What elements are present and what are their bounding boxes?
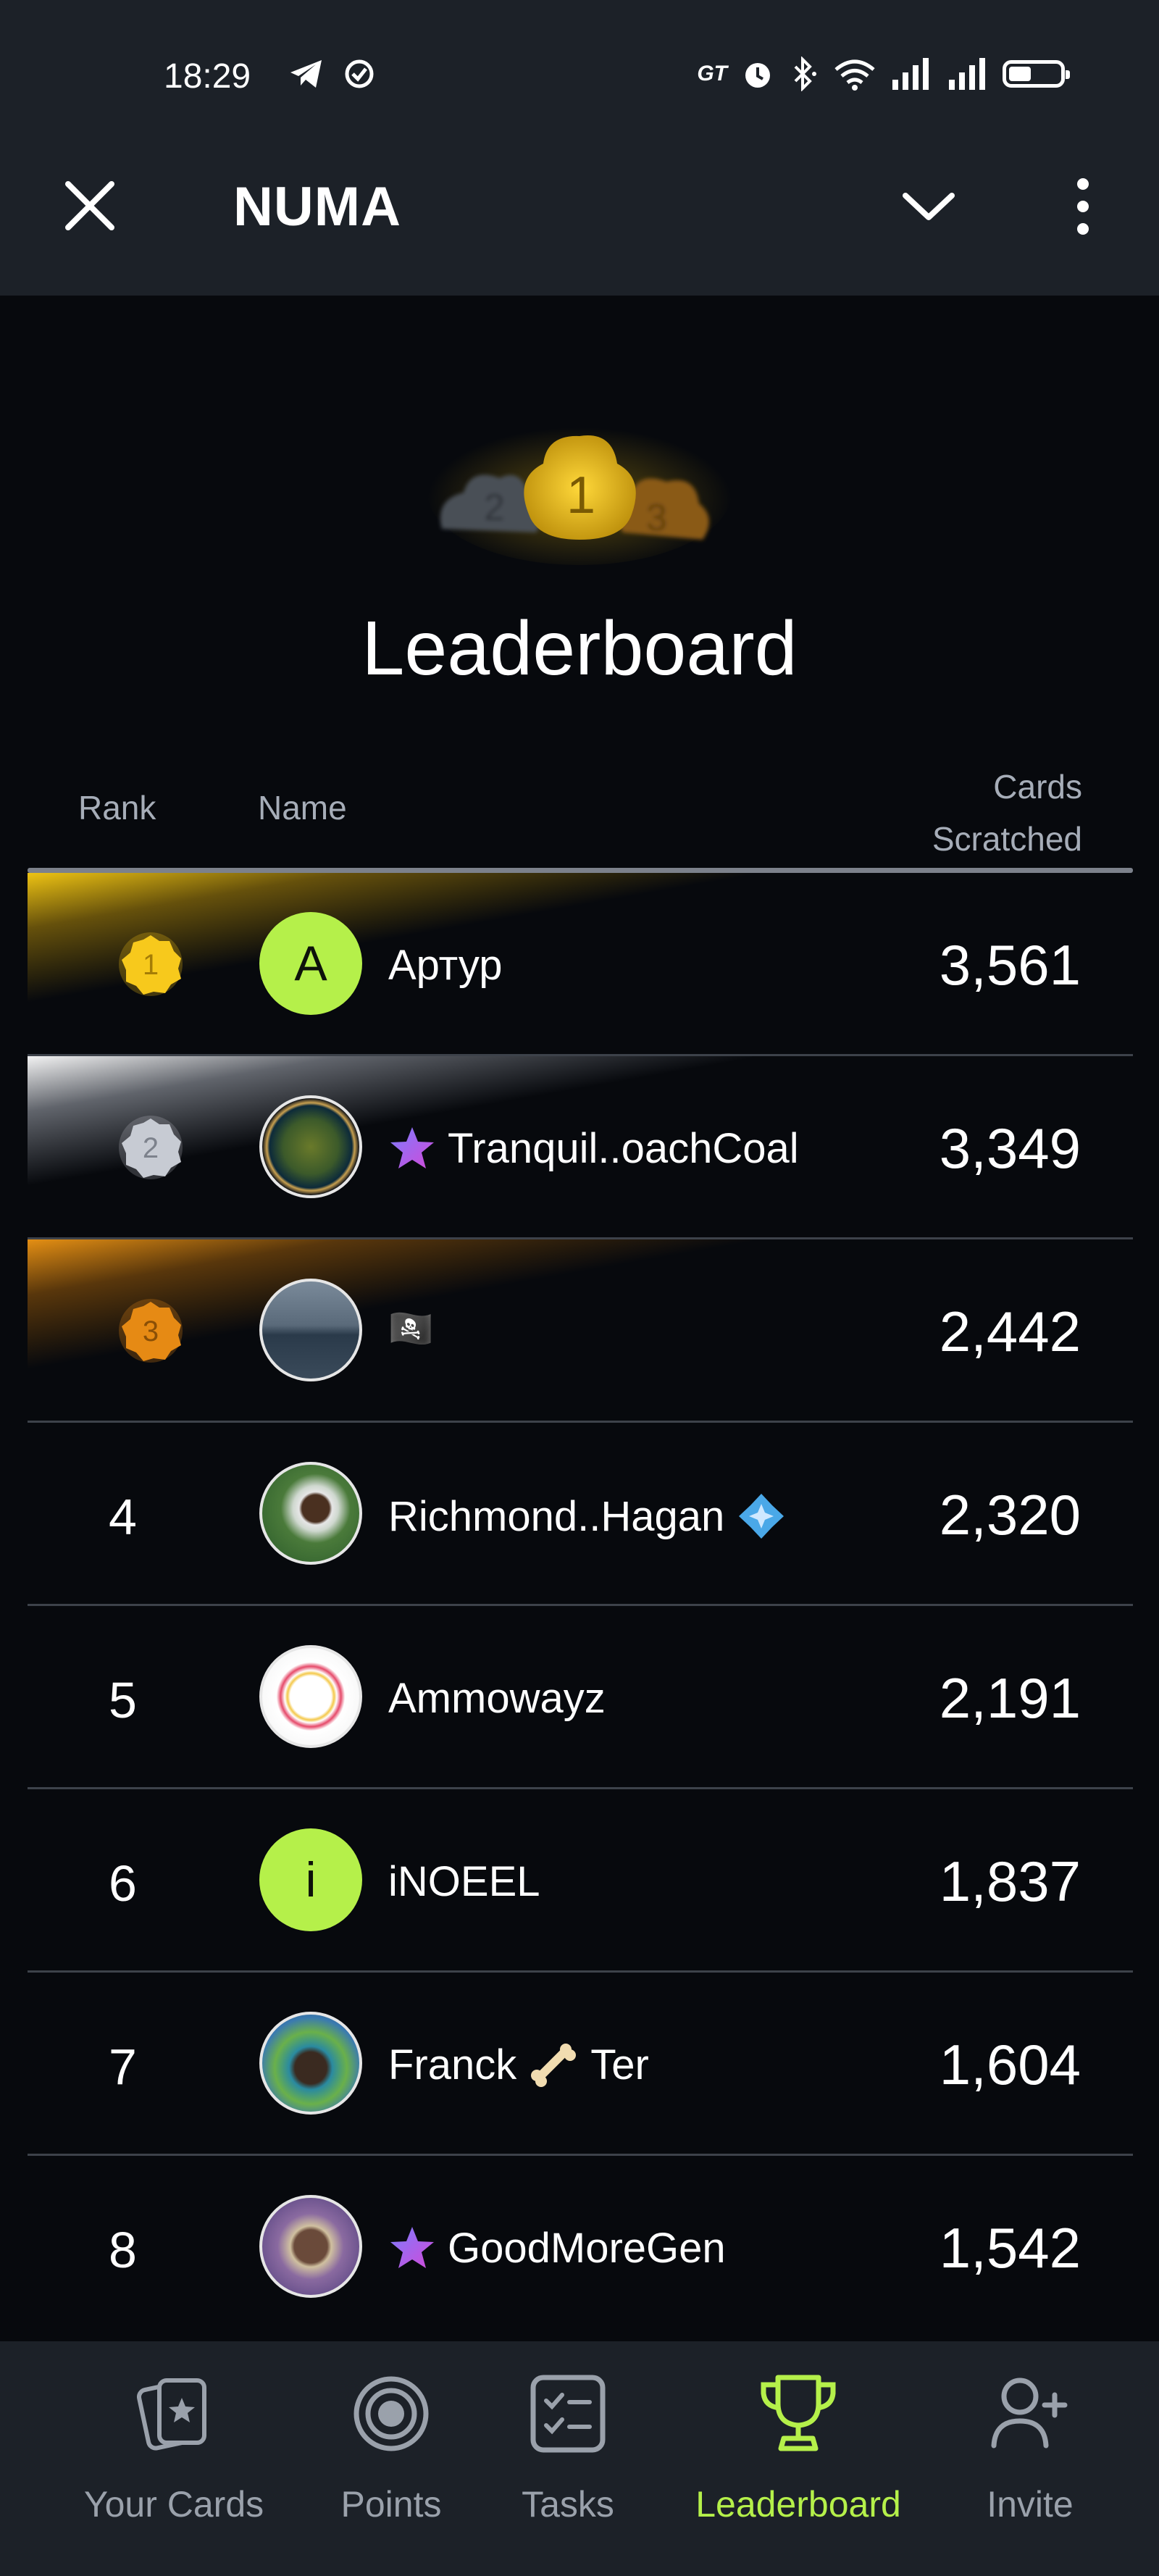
leaderboard-row[interactable]: 1 A Артур 3,561: [28, 873, 1133, 1056]
column-header-cards-line1: Cards: [993, 768, 1082, 806]
silver-medal-icon: 2: [119, 1116, 183, 1179]
rank-number: 7: [109, 2038, 137, 2095]
page-title: Leaderboard: [361, 606, 798, 691]
status-right-icons: GT: [697, 57, 1070, 91]
player-name-wrap: Franck Ter: [388, 2041, 649, 2089]
avatar: [259, 2195, 362, 2298]
nav-label: Invite: [987, 2484, 1074, 2525]
player-name-wrap: 🏴‍☠️: [388, 1308, 433, 1350]
rank-number: 8: [109, 2222, 137, 2278]
cards-scratched: 1,604: [939, 2033, 1081, 2096]
alarm-icon: [745, 63, 770, 88]
more-options-button[interactable]: [1065, 174, 1101, 239]
podium-medals-icon: 2 3 1: [427, 420, 732, 565]
checklist-icon: [530, 2375, 606, 2453]
avatar: i: [259, 1828, 362, 1931]
column-header-name: Name: [258, 789, 347, 827]
medal-rank-label: 1: [143, 949, 159, 981]
star-icon: [390, 2226, 434, 2268]
cards-scratched: 2,320: [939, 1483, 1081, 1547]
nav-invite[interactable]: Invite: [921, 2370, 1139, 2525]
app-title: NUMA: [233, 176, 401, 238]
cards-scratched: 2,442: [939, 1300, 1081, 1363]
player-name-wrap: Ammowayz: [388, 1674, 606, 1723]
player-name: GoodMoreGen: [448, 2225, 726, 2272]
player-name-wrap: Richmond..Hagan: [388, 1491, 787, 1542]
diamond-icon: [739, 1494, 784, 1539]
podium-1-label: 1: [566, 467, 595, 524]
cards-scratched: 3,561: [939, 933, 1081, 997]
status-left-icons: [288, 58, 375, 90]
bone-icon: [531, 2043, 577, 2087]
leaderboard-row[interactable]: 6 i iNOEEL 1,837: [28, 1789, 1133, 1973]
star-icon: [390, 1126, 434, 1168]
add-user-icon: [991, 2378, 1068, 2449]
status-time: 18:29: [164, 57, 251, 96]
leaderboard-row[interactable]: 7 Franck Ter 1,604: [28, 1973, 1133, 2156]
player-name: 🏴‍☠️: [388, 1308, 434, 1349]
player-name: Ammowayz: [388, 1675, 606, 1722]
chevron-down-button[interactable]: [898, 181, 959, 232]
cards-scratched: 1,542: [939, 2216, 1081, 2280]
nav-label: Tasks: [522, 2484, 614, 2525]
nav-your-cards[interactable]: Your Cards: [65, 2370, 283, 2525]
player-name: Артур: [388, 942, 503, 989]
avatar: A: [259, 912, 362, 1015]
nav-label: Leaderboard: [695, 2484, 901, 2525]
network-label: GT: [697, 62, 727, 85]
rank-number: 6: [109, 1855, 137, 1912]
signal-icon: [892, 58, 929, 90]
rank-number: 4: [109, 1489, 137, 1545]
cards-icon: [136, 2378, 206, 2451]
avatar: [259, 1462, 362, 1565]
avatar: [259, 1095, 362, 1198]
column-header-cards: Cards Scratched: [792, 761, 1082, 865]
avatar: [259, 1645, 362, 1748]
telegram-icon: [290, 60, 322, 88]
column-header-cards-line2: Scratched: [932, 820, 1082, 858]
leaderboard-row[interactable]: 2 Tranquil..oachCoal 3,349: [28, 1056, 1133, 1239]
bluetooth-icon: [794, 57, 816, 91]
player-name-part: Franck: [388, 2041, 517, 2088]
player-name: Richmond..Hagan: [388, 1492, 725, 1540]
cards-scratched: 1,837: [939, 1849, 1081, 1913]
leaderboard-row[interactable]: 5 Ammowayz 2,191: [28, 1606, 1133, 1789]
rank-number: 5: [109, 1672, 137, 1728]
cards-scratched: 2,191: [939, 1666, 1081, 1730]
podium-2-label: 2: [484, 487, 505, 529]
player-name: Tranquil..oachCoal: [448, 1125, 799, 1172]
check-circle-icon: [345, 59, 374, 88]
leaderboard-list: 1 A Артур 3,561 2 Tranquil..oachCoal 3,3…: [28, 873, 1133, 2337]
player-name-wrap: iNOEEL: [388, 1857, 540, 1906]
leaderboard-row[interactable]: 3 🏴‍☠️ 2,442: [28, 1239, 1133, 1423]
battery-icon: [1003, 60, 1070, 88]
medal-rank-label: 2: [143, 1132, 159, 1164]
app-header: 18:29 GT NUMA: [0, 0, 1159, 296]
avatar: [259, 1279, 362, 1381]
wifi-icon: [834, 59, 875, 91]
close-button[interactable]: [61, 177, 119, 235]
nav-label: Your Cards: [83, 2484, 264, 2525]
target-icon: [353, 2376, 429, 2451]
nav-tasks[interactable]: Tasks: [459, 2370, 677, 2525]
cards-scratched: 3,349: [939, 1116, 1081, 1180]
medal-rank-label: 3: [143, 1316, 159, 1347]
table-header-divider: [28, 868, 1133, 873]
bronze-medal-icon: 3: [119, 1299, 183, 1363]
player-name: iNOEEL: [388, 1858, 540, 1905]
player-name-wrap: Tranquil..oachCoal: [388, 1124, 799, 1173]
avatar: [259, 2012, 362, 2115]
bottom-navigation: Your Cards Points Tasks Leaderboard Invi…: [0, 2341, 1159, 2576]
gold-medal-icon: 1: [119, 932, 183, 996]
player-name-part: Ter: [590, 2041, 649, 2088]
signal-icon: [949, 58, 985, 90]
player-name-wrap: Артур: [388, 941, 503, 990]
leaderboard-row[interactable]: 4 Richmond..Hagan 2,320: [28, 1423, 1133, 1606]
nav-leaderboard[interactable]: Leaderboard: [690, 2370, 907, 2525]
player-name-wrap: GoodMoreGen: [388, 2224, 726, 2272]
trophy-icon: [761, 2375, 836, 2451]
podium-3-label: 3: [646, 497, 667, 539]
leaderboard-row[interactable]: 8 GoodMoreGen 1,542: [28, 2156, 1133, 2337]
column-header-rank: Rank: [78, 789, 156, 827]
